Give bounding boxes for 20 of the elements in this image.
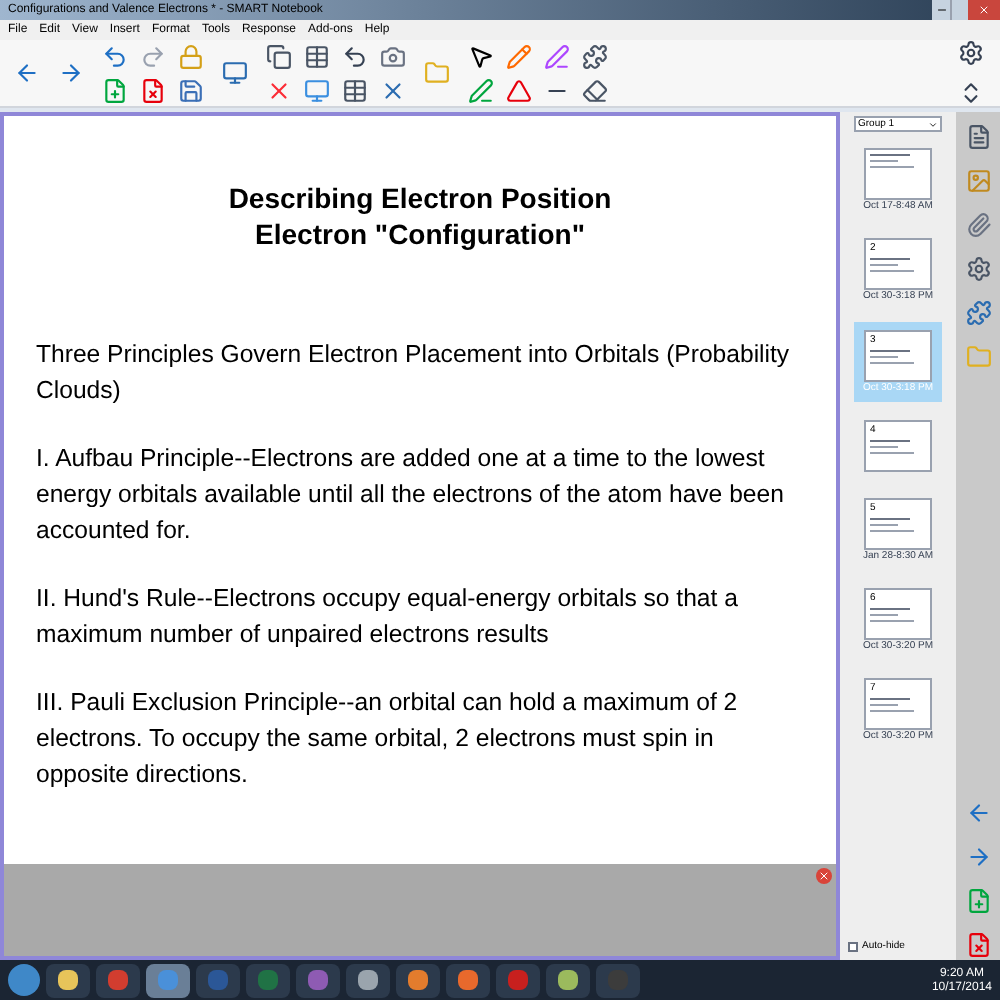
slide-heading: Electron "Configuration" xyxy=(255,216,585,252)
taskbar-app-button[interactable] xyxy=(46,963,90,997)
close-button[interactable] xyxy=(816,868,832,884)
slide-paragraph: Three Principles Govern Electron Placement into Orbitals (Probability Clouds) xyxy=(36,338,792,408)
minimize-button[interactable] xyxy=(932,0,950,20)
slide-paragraph: II. Hund's Rule--Electrons occupy equal-energy orbitals so that a maximum number of unpaired electrons results xyxy=(36,582,740,652)
start-button[interactable] xyxy=(8,964,40,996)
auto-hide-checkbox[interactable] xyxy=(848,942,858,952)
close-icon xyxy=(978,4,990,16)
taskbar-app-button[interactable] xyxy=(146,963,190,997)
slide-paragraph: III. Pauli Exclusion Principle--an orbital can hold a maximum of 2 electrons. To occupy the same orbital, 2 electrons must spin in opposite directions. xyxy=(36,686,740,792)
taskbar-app-button[interactable] xyxy=(546,963,590,997)
slide-paragraph: I. Aufbau Principle--Electrons are added one at a time to the lowest energy orbitals available until all the electrons of the atom have been accounted for. xyxy=(36,442,786,548)
slide-heading: Describing Electron Position xyxy=(228,180,612,216)
minimize-icon xyxy=(935,4,947,16)
taskbar-app-button[interactable] xyxy=(346,963,390,997)
caret-icon xyxy=(928,119,938,129)
taskbar-app-button[interactable] xyxy=(396,963,440,997)
close-icon xyxy=(818,870,830,882)
taskbar-app-button[interactable] xyxy=(446,963,490,997)
